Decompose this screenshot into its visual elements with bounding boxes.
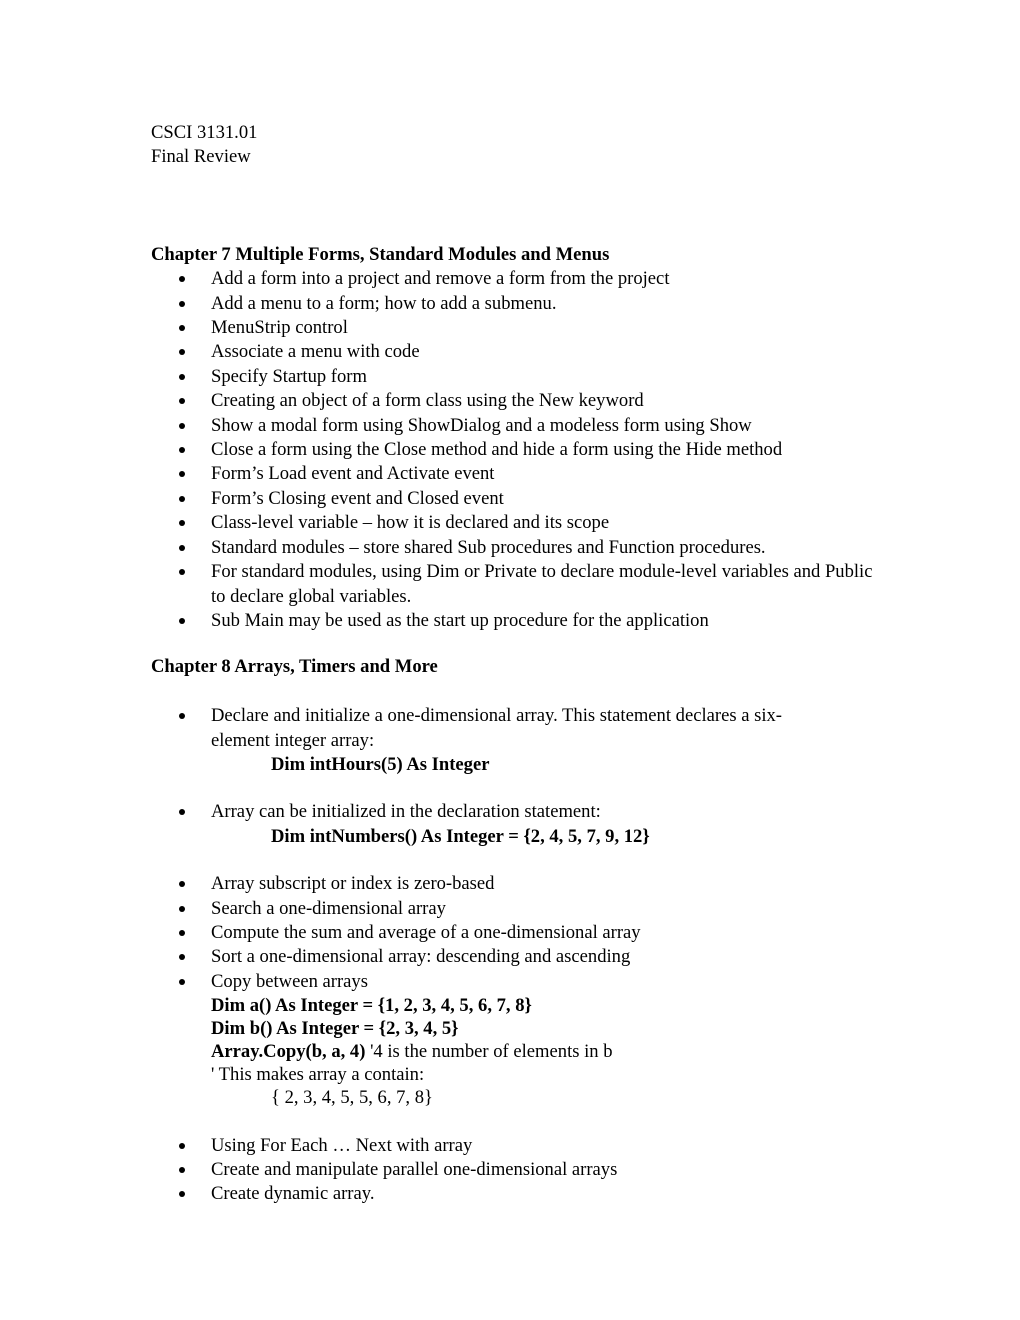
code-copy-comment: '4 is the number of elements in b [365, 1041, 613, 1063]
list-item: Creating an object of a form class using… [151, 389, 881, 413]
list-item: Close a form using the Close method and … [151, 438, 881, 462]
bullet-icon [179, 349, 185, 356]
chapter8-list-declare: Declare and initialize a one-dimensional… [151, 704, 881, 753]
list-item: Specify Startup form [151, 365, 881, 389]
list-item: Show a modal form using ShowDialog and a… [151, 414, 881, 438]
code-copy-call: Array.Copy(b, a, 4) [211, 1041, 366, 1063]
chapter8-list-mid: Array subscript or index is zero-based S… [151, 872, 881, 994]
code-copy-result: { 2, 3, 4, 5, 5, 6, 7, 8} [271, 1087, 433, 1109]
chapter8-list-end: Using For Each … Next with array Create … [151, 1134, 881, 1207]
bullet-icon [179, 544, 185, 551]
document-title: Final Review [151, 146, 251, 168]
chapter7-heading: Chapter 7 Multiple Forms, Standard Modul… [151, 243, 610, 265]
list-item: Class-level variable – how it is declare… [151, 511, 881, 535]
code-copy-line3: Array.Copy(b, a, 4) '4 is the number of … [151, 1040, 881, 1063]
list-item: Create dynamic array. [151, 1182, 881, 1206]
bullet-icon [179, 569, 185, 576]
bullet-icon [179, 929, 185, 936]
list-item: Associate a menu with code [151, 340, 881, 364]
bullet-icon [179, 1166, 185, 1173]
list-item: For standard modules, using Dim or Priva… [151, 560, 881, 609]
bullet-icon [179, 471, 185, 478]
chapter8-list-init: Array can be initialized in the declarat… [151, 800, 881, 824]
bullet-icon [179, 809, 185, 816]
bullet-icon [179, 300, 185, 307]
list-item: Add a menu to a form; how to add a subme… [151, 292, 881, 316]
list-item: Sub Main may be used as the start up pro… [151, 609, 881, 633]
bullet-icon [179, 881, 185, 888]
list-item: Array can be initialized in the declarat… [151, 800, 881, 824]
list-item: Using For Each … Next with array [151, 1134, 881, 1158]
chapter7-list: Add a form into a project and remove a f… [151, 267, 881, 633]
bullet-icon [179, 495, 185, 502]
document-page: CSCI 3131.01 Final Review Chapter 7 Mult… [151, 121, 881, 1207]
code-declare: Dim intHours(5) As Integer [271, 753, 490, 775]
bullet-icon [179, 325, 185, 332]
list-item: Create and manipulate parallel one-dimen… [151, 1158, 881, 1182]
bullet-icon [179, 373, 185, 380]
bullet-icon [179, 905, 185, 912]
bullet-icon [179, 422, 185, 429]
list-item: Array subscript or index is zero-based [151, 872, 881, 896]
code-init: Dim intNumbers() As Integer = {2, 4, 5, … [271, 825, 650, 847]
bullet-icon [179, 447, 185, 454]
list-item: Copy between arrays [151, 970, 881, 994]
code-copy-line1: Dim a() As Integer = {1, 2, 3, 4, 5, 6, … [211, 995, 532, 1017]
list-item: Search a one-dimensional array [151, 897, 881, 921]
code-copy-line2: Dim b() As Integer = {2, 3, 4, 5} [211, 1018, 459, 1040]
chapter8-heading: Chapter 8 Arrays, Timers and More [151, 656, 438, 678]
bullet-icon [179, 276, 185, 283]
list-item: Add a form into a project and remove a f… [151, 267, 881, 291]
course-code: CSCI 3131.01 [151, 122, 258, 143]
list-item: Compute the sum and average of a one-dim… [151, 921, 881, 945]
list-item: Declare and initialize a one-dimensional… [151, 704, 881, 753]
list-item: Form’s Closing event and Closed event [151, 487, 881, 511]
bullet-icon [179, 978, 185, 985]
code-copy-line4: ' This makes array a contain: [211, 1064, 425, 1086]
list-item: Form’s Load event and Activate event [151, 462, 881, 486]
bullet-icon [179, 1142, 185, 1149]
copy-example: Dim a() As Integer = {1, 2, 3, 4, 5, 6, … [151, 994, 881, 1109]
bullet-icon [179, 954, 185, 961]
bullet-icon [179, 1191, 185, 1198]
list-item: Sort a one-dimensional array: descending… [151, 945, 881, 969]
bullet-icon [179, 398, 185, 405]
bullet-icon [179, 713, 185, 720]
bullet-icon [179, 520, 185, 527]
list-item: Standard modules – store shared Sub proc… [151, 536, 881, 560]
list-item: MenuStrip control [151, 316, 881, 340]
bullet-icon [179, 617, 185, 624]
